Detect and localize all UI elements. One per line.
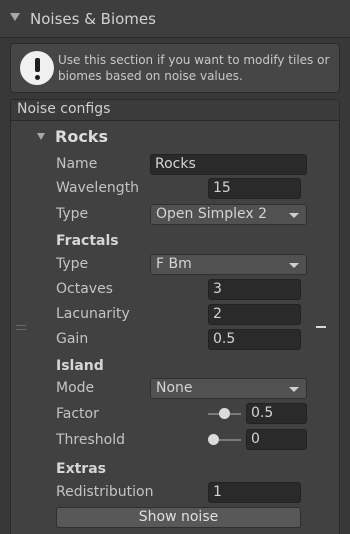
gain-field[interactable]: 0.5 (208, 329, 301, 350)
wavelength-field[interactable]: 15 (208, 178, 301, 199)
island-heading: Island (56, 358, 104, 374)
mode-dropdown[interactable]: None (150, 378, 307, 399)
fractals-heading: Fractals (56, 233, 119, 249)
fractal-type-label: Type (56, 256, 89, 272)
element-foldout-arrow-icon[interactable] (37, 133, 45, 140)
help-box: Use this section if you want to modify t… (10, 43, 340, 93)
remove-element-button[interactable] (316, 326, 326, 328)
factor-label: Factor (56, 406, 99, 422)
element-title[interactable]: Rocks (55, 127, 108, 146)
mode-dropdown-value: None (156, 380, 193, 396)
extras-heading: Extras (56, 461, 106, 477)
show-noise-button[interactable]: Show noise (56, 507, 301, 528)
wavelength-label: Wavelength (56, 180, 140, 196)
help-message: Use this section if you want to modify t… (58, 53, 330, 83)
threshold-label: Threshold (56, 432, 125, 448)
slider-thumb[interactable] (219, 408, 230, 419)
lacunarity-field[interactable]: 2 (208, 304, 301, 325)
type-dropdown[interactable]: Open Simplex 2 (150, 204, 307, 225)
list-title: Noise configs (17, 101, 111, 117)
list-header: Noise configs (11, 100, 339, 121)
section-header[interactable]: Noises & Biomes (0, 0, 350, 38)
redistribution-field[interactable]: 1 (208, 482, 301, 503)
slider-thumb[interactable] (208, 434, 219, 445)
section-title: Noises & Biomes (30, 10, 156, 28)
type-dropdown-value: Open Simplex 2 (156, 206, 268, 222)
inspector-panel: Noises & Biomes Use this section if you … (0, 0, 350, 534)
name-label: Name (56, 156, 98, 172)
mode-label: Mode (56, 380, 95, 396)
redistribution-label: Redistribution (56, 484, 154, 500)
foldout-arrow-icon[interactable] (10, 13, 20, 21)
threshold-slider[interactable] (208, 429, 241, 450)
fractal-type-value: F Bm (156, 256, 192, 272)
drag-handle-icon[interactable] (16, 325, 26, 331)
chevron-down-icon (289, 387, 299, 392)
gain-label: Gain (56, 331, 89, 347)
octaves-field[interactable]: 3 (208, 279, 301, 300)
name-field[interactable]: Rocks (150, 154, 307, 175)
chevron-down-icon (289, 213, 299, 218)
warning-icon (20, 51, 54, 85)
noise-configs-list: Noise configs Rocks Name Rocks Wavelengt… (10, 99, 340, 534)
fractal-type-dropdown[interactable]: F Bm (150, 254, 307, 275)
type-label: Type (56, 206, 89, 222)
lacunarity-label: Lacunarity (56, 306, 130, 322)
octaves-label: Octaves (56, 281, 113, 297)
chevron-down-icon (289, 263, 299, 268)
factor-field[interactable]: 0.5 (246, 403, 307, 424)
threshold-field[interactable]: 0 (246, 429, 307, 450)
factor-slider[interactable] (208, 403, 241, 424)
